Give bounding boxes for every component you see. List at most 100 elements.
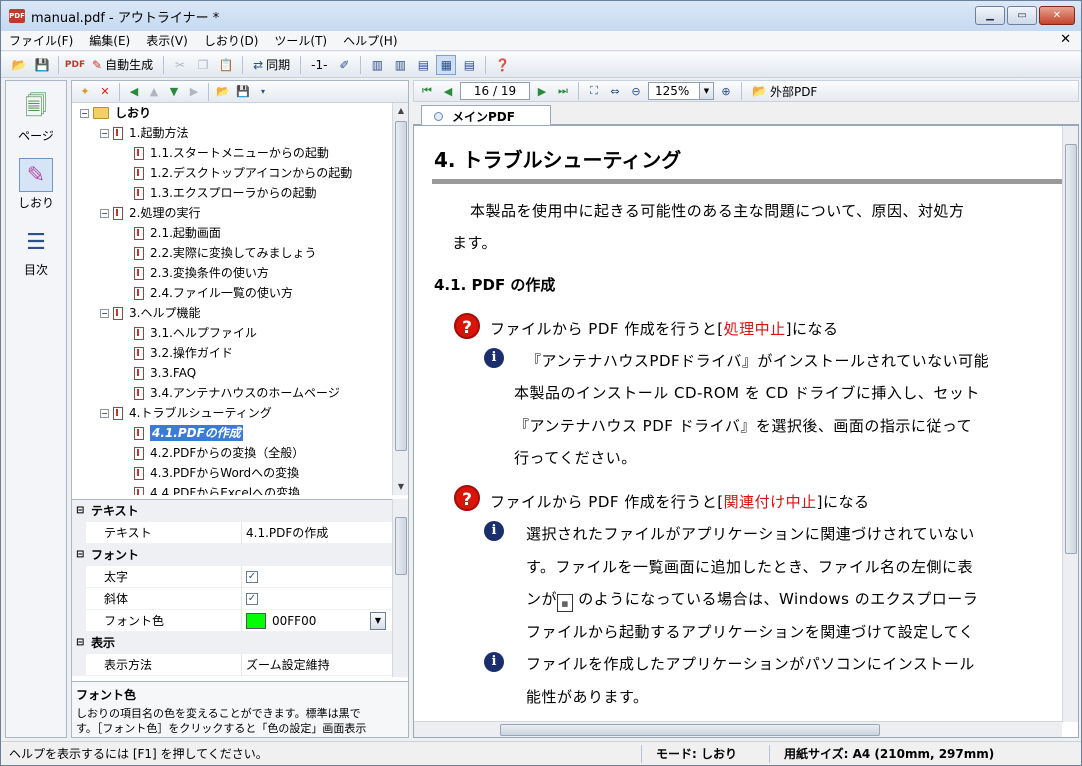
collapse-icon[interactable]: − bbox=[100, 408, 109, 418]
close-button[interactable]: ✕ bbox=[1039, 6, 1075, 25]
cut-icon[interactable]: ✂ bbox=[170, 55, 190, 75]
sidebar-item-toc[interactable]: ☰ 目次 bbox=[6, 221, 66, 282]
menu-edit[interactable]: 編集(E) bbox=[81, 31, 138, 51]
prop-row-display-method[interactable]: 表示方法 ズーム設定維持 bbox=[72, 653, 408, 676]
color-dropdown-button[interactable]: ▼ bbox=[370, 611, 386, 630]
new-bookmark-icon[interactable]: ✦ bbox=[76, 83, 94, 101]
scroll-up-icon[interactable]: ▲ bbox=[393, 103, 409, 119]
scroll-thumb[interactable] bbox=[500, 724, 880, 736]
chevron-down-icon[interactable]: ▾ bbox=[254, 83, 272, 101]
prop-category-font[interactable]: ⊟ フォント bbox=[72, 544, 408, 566]
tree-item[interactable]: 2.4.ファイル一覧の使い方 bbox=[134, 283, 293, 303]
tab-main-pdf[interactable]: メインPDF bbox=[421, 105, 551, 126]
pdf-horizontal-scrollbar[interactable] bbox=[414, 721, 1062, 737]
external-pdf-button[interactable]: 📂 外部PDF bbox=[748, 81, 821, 101]
pdf-icon[interactable]: PDF bbox=[65, 55, 85, 75]
minimize-button[interactable]: ▁ bbox=[975, 6, 1005, 25]
first-page-icon[interactable]: ⏮ bbox=[418, 82, 436, 100]
page-number-button[interactable]: -1- bbox=[307, 55, 331, 75]
prop-row-font-color[interactable]: フォント色 00FF00 ▼ bbox=[72, 609, 408, 632]
layout-right-icon[interactable]: ▤ bbox=[459, 55, 479, 75]
prop-value[interactable]: 4.1.PDFの作成 bbox=[242, 522, 328, 544]
prop-value[interactable]: ズーム設定維持 bbox=[242, 654, 330, 676]
tree-item[interactable]: − 4.トラブルシューティング bbox=[100, 403, 272, 423]
layout-left-icon[interactable]: ▤ bbox=[413, 55, 433, 75]
bold-checkbox[interactable]: ✓ bbox=[246, 570, 258, 583]
scroll-down-icon[interactable]: ▼ bbox=[393, 479, 409, 495]
collapse-icon[interactable]: − bbox=[100, 208, 109, 218]
last-page-icon[interactable]: ⏭ bbox=[554, 82, 572, 100]
layout-double-icon[interactable]: ▥ bbox=[390, 55, 410, 75]
move-up-icon[interactable]: ▲ bbox=[145, 83, 163, 101]
menu-file[interactable]: ファイル(F) bbox=[1, 31, 81, 51]
save-bookmarks-icon[interactable]: 💾 bbox=[234, 83, 252, 101]
auto-generate-button[interactable]: ✎ 自動生成 bbox=[88, 55, 157, 75]
open-bookmarks-icon[interactable]: 📂 bbox=[214, 83, 232, 101]
menu-help[interactable]: ヘルプ(H) bbox=[335, 31, 405, 51]
sidebar-item-bookmark[interactable]: ✎ しおり bbox=[6, 154, 66, 215]
tree-item[interactable]: 4.2.PDFからの変換（全般） bbox=[134, 443, 304, 463]
italic-checkbox[interactable]: ✓ bbox=[246, 592, 258, 605]
tree-root[interactable]: − しおり bbox=[80, 103, 151, 123]
zoom-in-icon[interactable]: ⊕ bbox=[717, 82, 735, 100]
prop-category-text[interactable]: ⊟ テキスト bbox=[72, 500, 408, 522]
zoom-select[interactable]: 125% ▼ bbox=[648, 82, 714, 100]
move-down-icon[interactable]: ▼ bbox=[165, 83, 183, 101]
tree-item-selected[interactable]: 4.1.PDFの作成 bbox=[134, 423, 243, 443]
tree-item[interactable]: 3.4.アンテナハウスのホームページ bbox=[134, 383, 340, 403]
move-left-icon[interactable]: ◀ bbox=[125, 83, 143, 101]
tree-item[interactable]: 4.3.PDFからWordへの変換 bbox=[134, 463, 299, 483]
paste-icon[interactable]: 📋 bbox=[216, 55, 236, 75]
tree-scrollbar[interactable]: ▲ ▼ bbox=[392, 103, 408, 495]
tree-item[interactable]: 2.1.起動画面 bbox=[134, 223, 221, 243]
tree-item[interactable]: 4.4.PDFからExcelへの変換 bbox=[134, 483, 300, 495]
collapse-icon[interactable]: − bbox=[100, 308, 109, 318]
menu-bookmark[interactable]: しおり(D) bbox=[196, 31, 267, 51]
collapse-icon[interactable]: ⊟ bbox=[76, 544, 85, 566]
tree-item[interactable]: − 2.処理の実行 bbox=[100, 203, 200, 223]
tree-item[interactable]: 2.2.実際に変換してみましょう bbox=[134, 243, 317, 263]
delete-icon[interactable]: ✕ bbox=[96, 83, 114, 101]
sync-button[interactable]: ⇄ 同期 bbox=[249, 55, 294, 75]
maximize-button[interactable]: ▭ bbox=[1007, 6, 1037, 25]
next-page-icon[interactable]: ▶ bbox=[533, 82, 551, 100]
tree-item[interactable]: 1.1.スタートメニューからの起動 bbox=[134, 143, 329, 163]
collapse-icon[interactable]: − bbox=[80, 108, 89, 118]
page-number-input[interactable]: 16 / 19 bbox=[460, 82, 530, 100]
document-close-icon[interactable]: ✕ bbox=[1060, 32, 1071, 47]
scroll-thumb[interactable] bbox=[395, 121, 407, 451]
tree-item[interactable]: 3.3.FAQ bbox=[134, 363, 196, 383]
tree-item[interactable]: 3.2.操作ガイド bbox=[134, 343, 233, 363]
scroll-thumb[interactable] bbox=[395, 517, 407, 575]
fit-page-icon[interactable]: ⛶ bbox=[585, 82, 603, 100]
pdf-vertical-scrollbar[interactable] bbox=[1062, 126, 1078, 722]
pdf-viewer[interactable]: 4. トラブルシューティング 本製品を使用中に起きる可能性のある主な問題について… bbox=[413, 125, 1079, 738]
prev-page-icon[interactable]: ◀ bbox=[439, 82, 457, 100]
collapse-icon[interactable]: ⊟ bbox=[76, 500, 85, 522]
tree-item[interactable]: − 1.起動方法 bbox=[100, 123, 188, 143]
scroll-thumb[interactable] bbox=[1065, 144, 1077, 554]
open-folder-icon[interactable]: 📂 bbox=[9, 55, 29, 75]
fit-width-icon[interactable]: ⇔ bbox=[606, 82, 624, 100]
save-icon[interactable]: 💾 bbox=[32, 55, 52, 75]
layout-split-icon[interactable]: ▦ bbox=[436, 54, 457, 75]
tree-item[interactable]: 3.1.ヘルプファイル bbox=[134, 323, 257, 343]
help-icon[interactable]: ❓ bbox=[492, 55, 512, 75]
collapse-icon[interactable]: − bbox=[100, 128, 109, 138]
tree-item[interactable]: − 3.ヘルプ機能 bbox=[100, 303, 200, 323]
zoom-out-icon[interactable]: ⊖ bbox=[627, 82, 645, 100]
tree-item[interactable]: 2.3.変換条件の使い方 bbox=[134, 263, 269, 283]
menu-tools[interactable]: ツール(T) bbox=[266, 31, 335, 51]
move-right-icon[interactable]: ▶ bbox=[185, 83, 203, 101]
tree-item[interactable]: 1.3.エクスプローラからの起動 bbox=[134, 183, 317, 203]
prop-row-italic[interactable]: 斜体 ✓ bbox=[72, 587, 408, 610]
property-scrollbar[interactable] bbox=[392, 499, 408, 677]
prop-row-bold[interactable]: 太字 ✓ bbox=[72, 565, 408, 588]
copy-icon[interactable]: ❐ bbox=[193, 55, 213, 75]
chevron-down-icon[interactable]: ▼ bbox=[699, 83, 713, 99]
edit-icon[interactable]: ✐ bbox=[334, 55, 354, 75]
sidebar-item-page[interactable]: 🗐 ページ bbox=[6, 87, 66, 148]
collapse-icon[interactable]: ⊟ bbox=[76, 632, 85, 654]
menu-view[interactable]: 表示(V) bbox=[138, 31, 196, 51]
prop-category-display[interactable]: ⊟ 表示 bbox=[72, 632, 408, 654]
